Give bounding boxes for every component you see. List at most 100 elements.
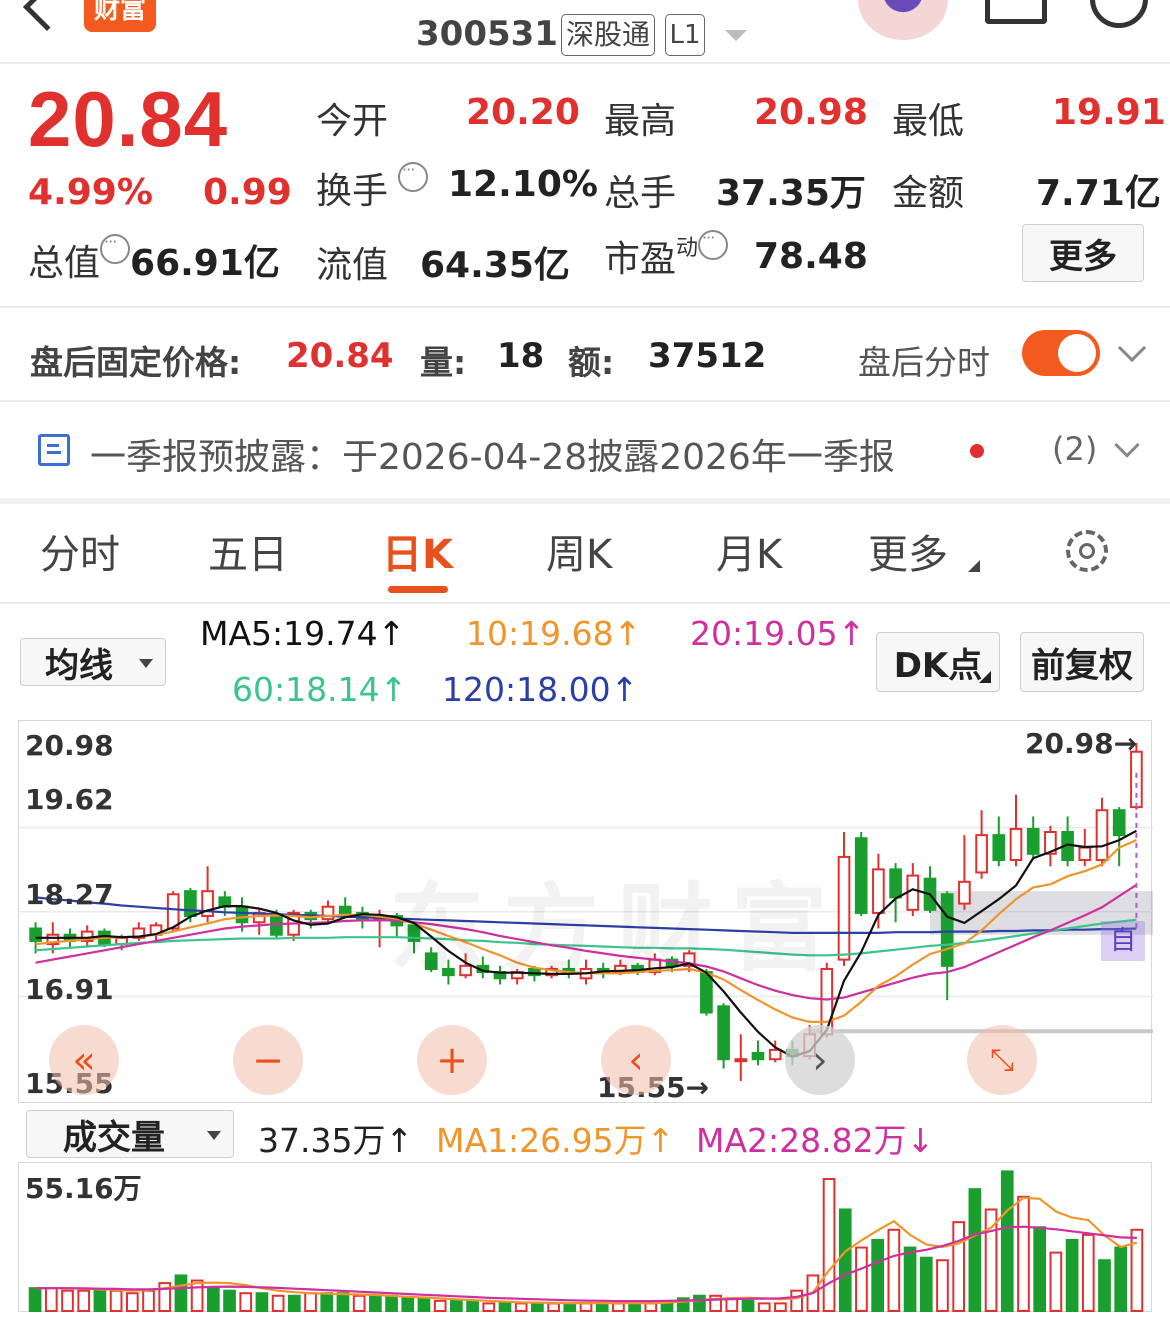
ma120-value: 120:18.00↑ [442, 670, 639, 709]
top-bar: 财富 300531 深股通 L1 [0, 0, 1170, 62]
volume-bar-down [1065, 1238, 1079, 1312]
open-value: 20.20 [466, 92, 580, 133]
header-divider [0, 62, 1170, 64]
volume-bar-down [206, 1287, 220, 1313]
volume-bar-up [579, 1302, 593, 1313]
market-cap-label: 总值 66.91亿 [28, 232, 280, 286]
volume-bar-up [952, 1221, 966, 1312]
change-amount: 0.99 [203, 172, 292, 213]
volume-bar-up [612, 1302, 625, 1313]
volume-bar-up [125, 1292, 139, 1313]
volume-bar-down [563, 1302, 577, 1313]
volume-bar-up [936, 1259, 949, 1312]
volume-bar-up [1049, 1251, 1063, 1312]
volume-bar-down [968, 1188, 982, 1312]
volume-bar-up [352, 1294, 366, 1313]
candle-down [235, 905, 249, 924]
turnover-group: 换手 [316, 160, 438, 214]
right-icon[interactable]: › [785, 1025, 855, 1095]
pe-group: 市盈动 [604, 228, 729, 282]
volume-chart[interactable]: 55.16万 [18, 1162, 1152, 1313]
candle-up [1009, 827, 1023, 862]
candle-down [751, 1051, 765, 1061]
plus-icon[interactable]: + [417, 1025, 487, 1095]
pe-sup: 动 [676, 236, 699, 261]
adjust-button[interactable]: 前复权 [1020, 632, 1144, 692]
dk-point-button[interactable]: DK点 [876, 632, 1000, 692]
volume-bar-up [1017, 1195, 1030, 1312]
minus-icon[interactable]: − [233, 1025, 303, 1095]
notice-count: (2) [1052, 430, 1098, 468]
tab-monthly-k[interactable]: 月K [716, 522, 782, 580]
avatar-icon[interactable] [858, 0, 948, 40]
turnover-label: 换手 [316, 171, 389, 212]
info-icon[interactable] [100, 232, 131, 264]
info-icon[interactable] [398, 160, 429, 192]
info-icon[interactable] [698, 228, 729, 260]
candle-up [734, 1058, 748, 1063]
candle-up [768, 1048, 782, 1061]
volume-bar-down [1114, 1246, 1128, 1313]
volume-bar-up [304, 1292, 317, 1313]
candle-down [1026, 827, 1040, 855]
volume-bar-down [223, 1289, 236, 1313]
expand-icon[interactable]: ⤡ [967, 1025, 1037, 1095]
amount-value: 7.71亿 [1036, 173, 1161, 214]
ma-selector[interactable]: 均线 [20, 638, 166, 686]
volume-bar-down [903, 1246, 917, 1313]
candle-up [958, 880, 971, 905]
volume-bar-down [693, 1294, 706, 1313]
candle-up [906, 874, 920, 911]
candle-down [184, 890, 197, 918]
dropdown-triangle-icon [207, 1131, 221, 1140]
volume-bar-up [433, 1299, 447, 1313]
y-label-3: 18.27 [25, 878, 114, 911]
after-price-label: 盘后固定价格: [30, 343, 242, 382]
double-left-icon[interactable]: « [49, 1025, 119, 1095]
volume-bar-up [239, 1292, 253, 1313]
tab-more[interactable]: 更多 [868, 522, 948, 580]
candle-down [992, 834, 1006, 862]
corner-triangle-icon [968, 560, 980, 572]
volume-bar-up [44, 1287, 58, 1313]
stock-code: 300531 [416, 14, 558, 54]
volume-bar-up [482, 1302, 496, 1313]
after-hours-toggle[interactable] [1022, 330, 1100, 376]
volume-bar-down [417, 1297, 431, 1313]
tab-daily-k[interactable]: 日K [382, 522, 453, 580]
volume-selector[interactable]: 成交量 [26, 1110, 234, 1158]
triangle-down-icon[interactable] [725, 30, 747, 41]
after-price-value: 20.84 [286, 336, 394, 376]
chevron-down-icon[interactable] [1117, 333, 1147, 363]
volume-bar-up [77, 1289, 91, 1313]
tabs-divider [0, 602, 1170, 604]
chevron-down-icon[interactable] [1114, 432, 1140, 458]
share-icon[interactable] [985, 0, 1047, 24]
tab-timeshare[interactable]: 分时 [40, 522, 120, 580]
tab-five-day[interactable]: 五日 [208, 522, 288, 580]
after-volume-value: 18 [497, 336, 545, 376]
ma5-value: MA5:19.74↑ [200, 614, 406, 653]
volume-bar-down [741, 1299, 755, 1313]
kline-chart[interactable]: 东方财富 20.98 19.62 18.27 16.91 15.55 20.98… [18, 720, 1153, 1104]
volume-bar-up [774, 1302, 787, 1313]
self-select-tag[interactable]: 自 [1101, 921, 1145, 961]
brand-badge: 财富 [84, 0, 156, 32]
gear-icon[interactable] [1066, 530, 1108, 572]
dk-point-label: DK点 [893, 645, 983, 686]
volume-bar-down [1000, 1170, 1014, 1312]
after-amount-label: 额: [568, 343, 615, 382]
tab-weekly-k[interactable]: 周K [546, 522, 612, 580]
volume-bar-down [320, 1292, 334, 1313]
change-percent: 4.99% [28, 172, 153, 213]
search-icon[interactable] [1090, 0, 1148, 28]
left-icon[interactable]: ‹ [601, 1025, 671, 1095]
y-label-max: 20.98 [25, 729, 114, 762]
back-arrow-icon[interactable] [22, 0, 72, 32]
volume-value: 37.35万 [716, 173, 866, 214]
more-button[interactable]: 更多 [1022, 224, 1144, 282]
volume-bar-down [838, 1208, 852, 1312]
notice-row[interactable]: 一季报预披露：于2026-04-28披露2026年一季报 (2) [0, 402, 1170, 498]
ma20-value: 20:19.05↑ [690, 614, 866, 653]
volume-bar-up [790, 1289, 803, 1313]
